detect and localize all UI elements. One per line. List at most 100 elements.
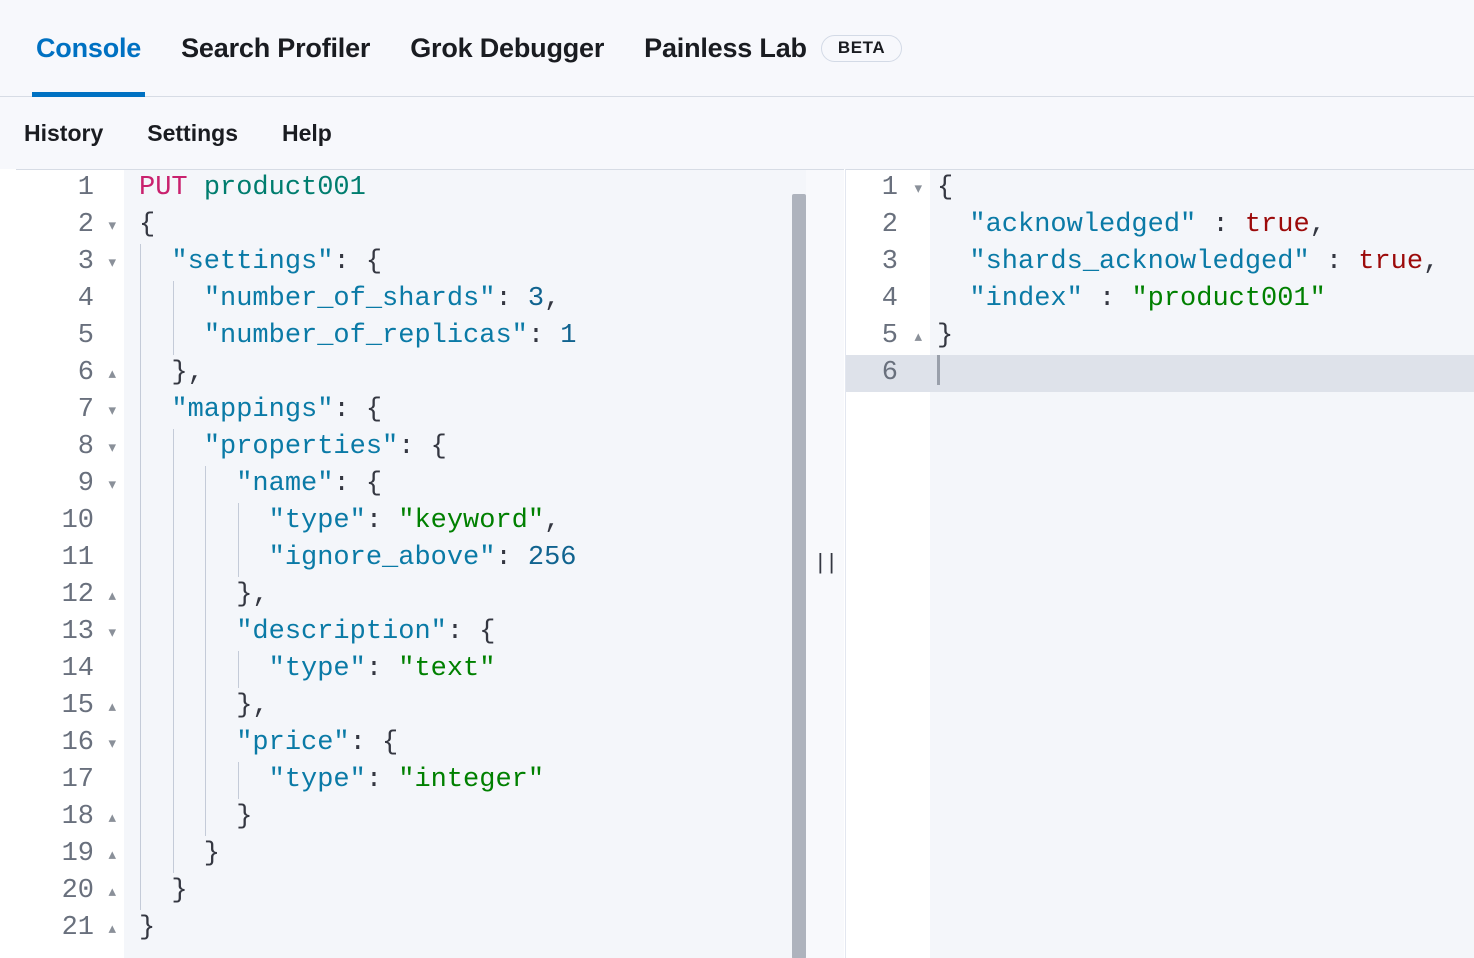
code-line-text: "properties": {: [139, 432, 447, 462]
code-line-text: },: [139, 358, 204, 388]
fold-open-icon[interactable]: ▾: [108, 429, 116, 466]
code-line[interactable]: PUT product001: [124, 170, 806, 207]
indent-guide: [205, 651, 207, 688]
scrollbar-thumb[interactable]: [792, 194, 806, 958]
code-line[interactable]: }: [124, 799, 806, 836]
indent-guide: [172, 614, 174, 651]
resize-grip-icon: ||: [813, 551, 838, 576]
code-line[interactable]: "type": "keyword",: [124, 503, 806, 540]
gutter-row: 18 ▴: [16, 799, 124, 836]
fold-open-icon[interactable]: ▾: [914, 170, 922, 207]
request-code[interactable]: PUT product001{ "settings": { "number_of…: [124, 170, 806, 958]
code-line[interactable]: {: [124, 207, 806, 244]
code-line[interactable]: "settings": {: [124, 244, 806, 281]
code-line[interactable]: "price": {: [124, 725, 806, 762]
code-token: "mappings": [171, 395, 334, 425]
subnav-item-settings[interactable]: Settings: [147, 120, 238, 147]
code-token: 3: [527, 284, 545, 314]
code-token: :: [1309, 247, 1359, 277]
fold-close-icon[interactable]: ▴: [914, 318, 922, 355]
fold-open-icon[interactable]: ▾: [108, 392, 116, 429]
code-token: "settings": [171, 247, 334, 277]
indent-guide: [140, 577, 141, 614]
code-line-text: "number_of_shards": 3,: [139, 284, 560, 314]
code-line[interactable]: },: [124, 355, 806, 392]
gutter-row: 12 ▴: [16, 577, 124, 614]
code-line[interactable]: "ignore_above": 256: [124, 540, 806, 577]
fold-close-icon[interactable]: ▴: [108, 355, 116, 392]
gutter-row: 3: [846, 244, 930, 281]
code-token: :: [1082, 284, 1132, 314]
code-line-text: "type": "keyword",: [139, 506, 561, 536]
fold-close-icon[interactable]: ▴: [108, 688, 116, 725]
code-line[interactable]: "name": {: [124, 466, 806, 503]
code-line[interactable]: "description": {: [124, 614, 806, 651]
beta-badge: BETA: [820, 35, 903, 62]
line-number: 14: [61, 654, 94, 684]
code-line-text: "mappings": {: [139, 395, 382, 425]
fold-open-icon[interactable]: ▾: [108, 466, 116, 503]
panel-resize-handle[interactable]: ||: [806, 169, 844, 958]
code-line[interactable]: }: [930, 318, 1474, 355]
code-line[interactable]: "type": "integer": [124, 762, 806, 799]
subnav-item-help[interactable]: Help: [282, 120, 332, 147]
fold-open-icon[interactable]: ▾: [108, 725, 116, 762]
indent-guide: [172, 688, 174, 725]
gutter-row: 9 ▾: [16, 466, 124, 503]
code-token: "properties": [203, 432, 399, 462]
code-line[interactable]: "number_of_shards": 3,: [124, 281, 806, 318]
code-line-text: "settings": {: [139, 247, 382, 277]
tab-grok-debugger[interactable]: Grok Debugger: [390, 0, 624, 97]
code-token: "type": [268, 654, 366, 684]
code-line[interactable]: "type": "text": [124, 651, 806, 688]
fold-open-icon[interactable]: ▾: [108, 614, 116, 651]
code-line-text: }: [139, 839, 220, 869]
fold-close-icon[interactable]: ▴: [108, 873, 116, 910]
response-panel[interactable]: 1 ▾ 2 3 4 5 ▴ 6 { "acknowledged" : true, "shard…: [845, 169, 1474, 958]
code-line[interactable]: }: [124, 873, 806, 910]
code-line[interactable]: "index" : "product001": [930, 281, 1474, 318]
code-line[interactable]: [930, 354, 1474, 392]
fold-close-icon[interactable]: ▴: [108, 836, 116, 873]
indent-guide: [237, 503, 239, 540]
request-panel[interactable]: 1 2 ▾ 3 ▾ 4 5 6 ▴ 7 ▾ 8 ▾ 9 ▾ 10 11 12 ▴ 13 ▾ 14 15 ▴ 16 ▾ 17 18 ▴ 19…: [16, 169, 806, 958]
code-token: "number_of_shards": [203, 284, 496, 314]
tab-painless-lab[interactable]: Painless Lab BETA: [624, 0, 922, 97]
code-line[interactable]: "mappings": {: [124, 392, 806, 429]
code-token: },: [139, 580, 269, 610]
tab-console[interactable]: Console: [16, 0, 161, 97]
code-token: },: [139, 358, 204, 388]
code-line[interactable]: },: [124, 577, 806, 614]
gutter-row: 13 ▾: [16, 614, 124, 651]
fold-close-icon[interactable]: ▴: [108, 799, 116, 836]
indent-guide: [140, 392, 141, 429]
tab-search-profiler[interactable]: Search Profiler: [161, 0, 390, 97]
code-line[interactable]: "shards_acknowledged" : true,: [930, 244, 1474, 281]
request-vertical-scrollbar[interactable]: [792, 170, 806, 958]
code-line[interactable]: {: [930, 170, 1474, 207]
code-line[interactable]: "properties": {: [124, 429, 806, 466]
code-line[interactable]: }: [124, 910, 806, 947]
fold-open-icon[interactable]: ▾: [108, 207, 116, 244]
line-number: 4: [77, 284, 94, 314]
fold-open-icon[interactable]: ▾: [108, 244, 116, 281]
code-token: "acknowledged": [969, 210, 1197, 240]
code-line[interactable]: "number_of_replicas": 1: [124, 318, 806, 355]
code-line-text: "acknowledged" : true,: [937, 210, 1325, 240]
response-code[interactable]: { "acknowledged" : true, "shards_acknowl…: [930, 170, 1474, 958]
code-line[interactable]: }: [124, 836, 806, 873]
line-number: 2: [77, 210, 94, 240]
subnav-item-history[interactable]: History: [24, 120, 103, 147]
fold-close-icon[interactable]: ▴: [108, 910, 116, 947]
code-line[interactable]: },: [124, 688, 806, 725]
fold-close-icon[interactable]: ▴: [108, 577, 116, 614]
request-gutter[interactable]: 1 2 ▾ 3 ▾ 4 5 6 ▴ 7 ▾ 8 ▾ 9 ▾ 10 11 12 ▴ 13 ▾ 14 15 ▴ 16 ▾ 17 18 ▴ 19…: [16, 170, 124, 958]
code-line[interactable]: "acknowledged" : true,: [930, 207, 1474, 244]
response-gutter[interactable]: 1 ▾ 2 3 4 5 ▴ 6: [846, 170, 930, 958]
gutter-row: 17: [16, 762, 124, 799]
indent-guide: [140, 836, 141, 873]
